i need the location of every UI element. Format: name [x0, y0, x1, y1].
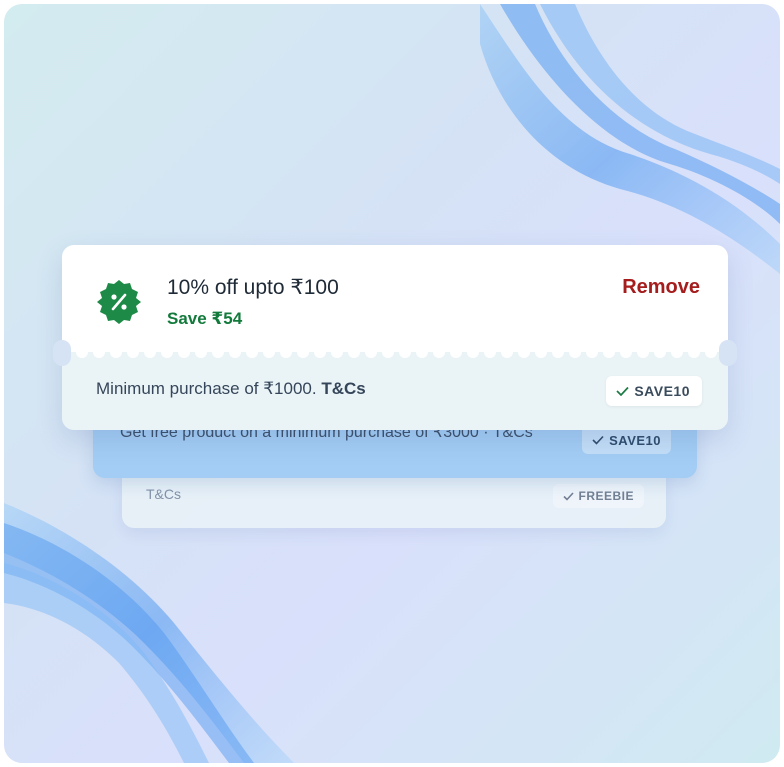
- remove-coupon-button[interactable]: Remove: [622, 276, 700, 299]
- coupon-code-label: FREEBIE: [578, 489, 634, 503]
- ribbon-decoration-top-right: [480, 4, 780, 274]
- ticket-notch-right: [719, 340, 737, 366]
- percent-badge-icon: [97, 280, 141, 324]
- check-icon: [616, 386, 629, 396]
- check-icon: [592, 435, 604, 445]
- background-canvas: T&Cs FREEBIE Get free product on a minim…: [4, 4, 780, 763]
- check-icon: [563, 491, 575, 501]
- ribbon-decoration-bottom-left: [4, 503, 294, 763]
- coupon-code-label: SAVE10: [609, 432, 661, 448]
- coupon-title: 10% off upto ₹100: [167, 276, 339, 299]
- coupon-code-chip[interactable]: FREEBIE: [553, 484, 644, 508]
- coupon-code-chip[interactable]: SAVE10: [582, 426, 671, 454]
- coupon-description-text: Minimum purchase of ₹1000.: [96, 379, 322, 398]
- coupon-code-label: SAVE10: [634, 383, 690, 399]
- perforated-edge: [62, 343, 728, 358]
- savings-amount: Save ₹54: [167, 309, 243, 328]
- ticket-notch-left: [53, 340, 71, 366]
- terms-link[interactable]: T&Cs: [321, 379, 365, 398]
- coupon-description: Minimum purchase of ₹1000. T&Cs: [96, 379, 366, 399]
- coupon-code-chip[interactable]: SAVE10: [606, 376, 702, 406]
- applied-coupon-card: 10% off upto ₹100 Save ₹54 Remove Minimu…: [53, 245, 737, 430]
- coupon-description: T&Cs: [146, 486, 181, 502]
